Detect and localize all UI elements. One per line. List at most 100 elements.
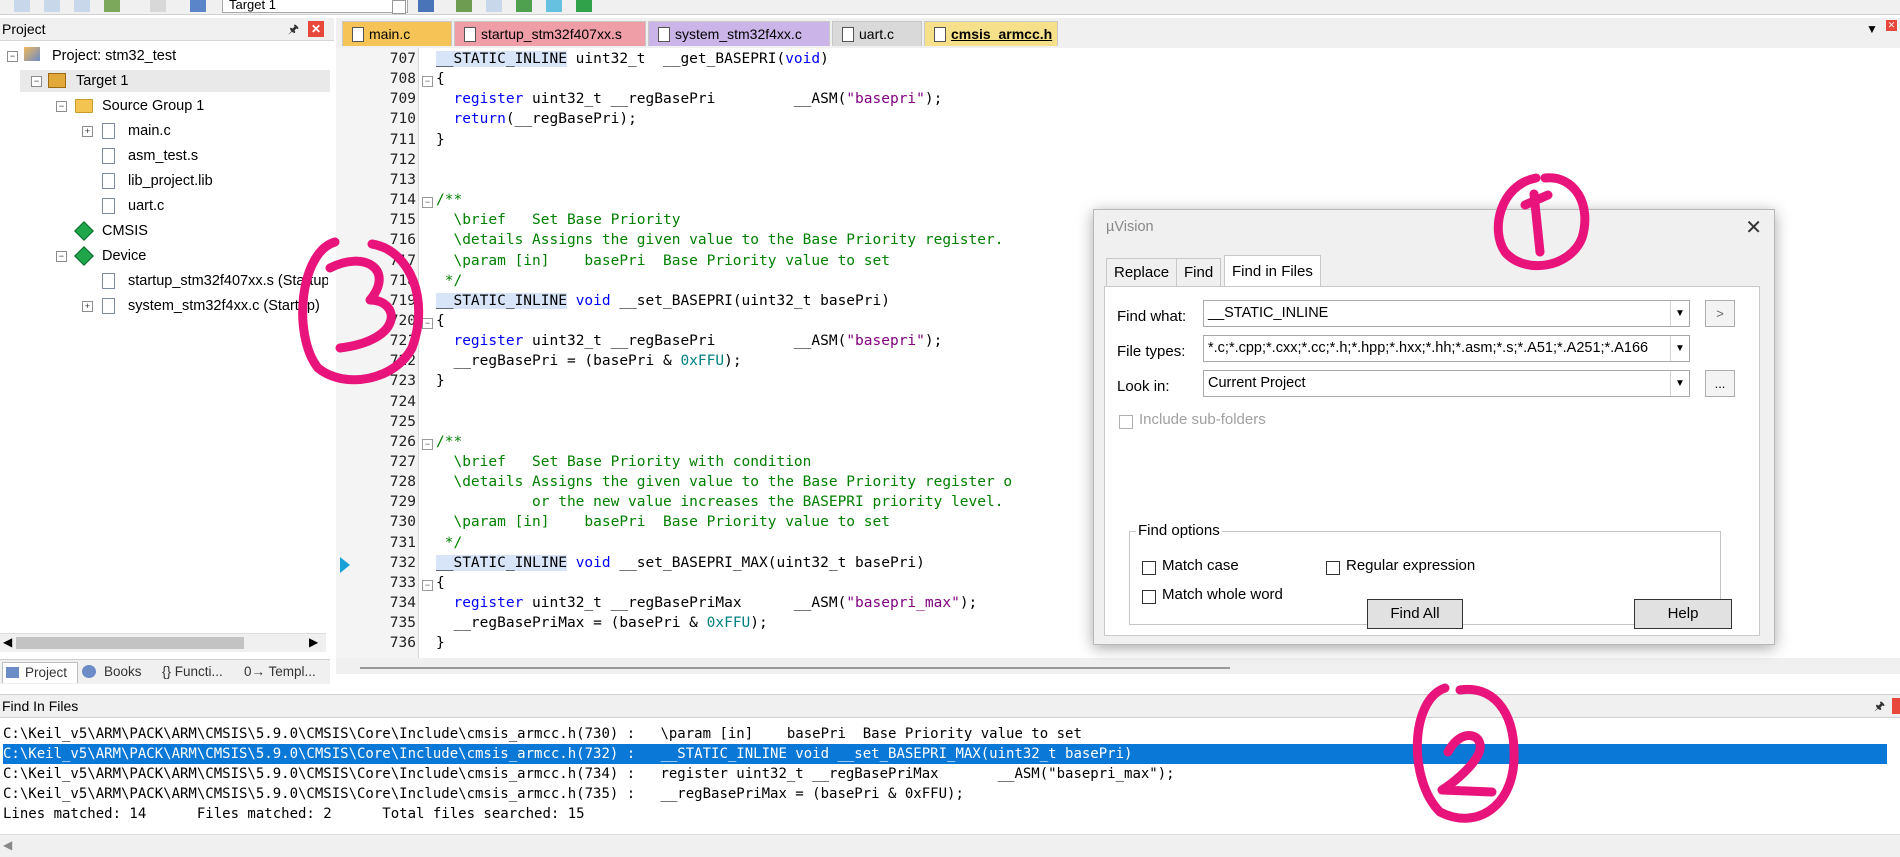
target-select[interactable]: Target 1 (222, 0, 408, 13)
editor-horizontal-scrollbar[interactable] (336, 658, 1900, 674)
toolbar-button-icon[interactable] (150, 0, 166, 12)
code-line[interactable]: __regBasePri = (basePri & 0xFFU); (436, 353, 741, 369)
code-line[interactable]: { (436, 313, 445, 329)
close-icon[interactable]: ✕ (1745, 215, 1762, 240)
fold-icon[interactable]: − (422, 197, 433, 209)
chevron-down-icon[interactable]: ▼ (1866, 22, 1878, 36)
chevron-down-icon[interactable]: ▼ (1670, 301, 1689, 326)
result-line-selected[interactable]: C:\Keil_v5\ARM\PACK\ARM\CMSIS\5.9.0\CMSI… (3, 744, 1887, 764)
browse-button[interactable]: ... (1705, 370, 1735, 397)
find-what-combo[interactable]: __STATIC_INLINE ▼ (1203, 300, 1690, 327)
tab-uart-c[interactable]: uart.c (832, 21, 922, 46)
toolbar-button-icon[interactable] (576, 0, 592, 12)
include-subfolders-checkbox[interactable] (1119, 415, 1133, 429)
code-line[interactable]: or the new value increases the BASEPRI p… (436, 494, 1003, 510)
tab-startup[interactable]: startup_stm32f407xx.s (454, 21, 646, 46)
code-line[interactable]: { (436, 71, 445, 87)
code-line[interactable]: \brief Set Base Priority with condition (436, 454, 811, 470)
load-icon[interactable] (190, 0, 206, 12)
options-icon[interactable] (418, 0, 434, 12)
code-line[interactable]: \details Assigns the given value to the … (436, 474, 1012, 490)
code-line[interactable]: __STATIC_INLINE void __set_BASEPRI_MAX(u… (436, 554, 925, 571)
chevron-down-icon[interactable]: ▼ (1670, 371, 1689, 396)
toolbar-button-icon[interactable] (104, 0, 120, 12)
toolbar-button-icon[interactable] (456, 0, 472, 12)
code-line[interactable]: register uint32_t __regBasePriMax __ASM(… (436, 595, 977, 611)
fold-icon[interactable]: − (422, 438, 433, 450)
tab-replace[interactable]: Replace (1106, 258, 1178, 287)
tab-templates[interactable]: 0→ Templ... (242, 662, 326, 682)
tab-find-in-files[interactable]: Find in Files (1224, 255, 1321, 287)
tab-project[interactable]: Project (2, 662, 78, 683)
find-results-output[interactable]: C:\Keil_v5\ARM\PACK\ARM\CMSIS\5.9.0\CMSI… (0, 722, 1900, 832)
chevron-down-icon[interactable]: ▼ (1670, 336, 1689, 361)
chevron-down-icon[interactable] (392, 0, 406, 14)
code-line[interactable]: __regBasePriMax = (basePri & 0xFFU); (436, 615, 767, 631)
code-line[interactable]: \param [in] basePri Base Priority value … (436, 253, 890, 269)
look-in-combo[interactable]: Current Project ▼ (1203, 370, 1690, 397)
pin-icon[interactable]: 🖈 (1874, 697, 1885, 718)
tree-item-target[interactable]: − Target 1 (20, 70, 330, 92)
match-case-checkbox[interactable] (1142, 561, 1156, 575)
code-line[interactable]: __STATIC_INLINE uint32_t __get_BASEPRI(v… (436, 51, 829, 67)
close-icon[interactable]: ✕ (308, 21, 324, 37)
scroll-left-icon[interactable]: ◀ (3, 838, 12, 852)
find-all-button[interactable]: Find All (1367, 599, 1463, 629)
close-icon[interactable]: ✕ (1886, 20, 1897, 31)
tree-item-system[interactable]: + system_stm32f4xx.c (Startup) (80, 295, 328, 317)
toolbar-button-icon[interactable] (546, 0, 562, 12)
tab-find[interactable]: Find (1176, 258, 1222, 287)
code-line[interactable]: __STATIC_INLINE void __set_BASEPRI(uint3… (436, 292, 890, 309)
code-line[interactable]: register uint32_t __regBasePri __ASM("ba… (436, 333, 942, 349)
code-line[interactable]: register uint32_t __regBasePri __ASM("ba… (436, 91, 942, 107)
code-line[interactable]: } (436, 373, 445, 389)
tree-item-startup[interactable]: startup_stm32f407xx.s (Startup) (80, 270, 328, 292)
scrollbar-thumb[interactable] (16, 637, 244, 649)
tab-functions[interactable]: {} Functi... (160, 662, 236, 682)
result-line[interactable]: C:\Keil_v5\ARM\PACK\ARM\CMSIS\5.9.0\CMSI… (3, 724, 1082, 744)
collapse-icon[interactable]: − (7, 51, 18, 62)
code-line[interactable]: \brief Set Base Priority (436, 212, 680, 228)
scrollbar-thumb[interactable] (360, 667, 1230, 669)
scroll-right-icon[interactable]: ▶ (309, 635, 318, 649)
match-whole-word-checkbox[interactable] (1142, 590, 1156, 604)
regex-helper-button[interactable]: > (1705, 300, 1735, 327)
regex-checkbox[interactable] (1326, 561, 1340, 575)
expand-icon[interactable]: + (82, 301, 93, 312)
scroll-left-icon[interactable]: ◀ (3, 635, 12, 649)
code-line[interactable]: } (436, 132, 445, 148)
fold-icon[interactable]: − (422, 579, 433, 591)
code-line[interactable]: { (436, 575, 445, 591)
toolbar-button-icon[interactable] (486, 0, 502, 12)
project-horizontal-scrollbar[interactable]: ◀ ▶ (0, 633, 326, 652)
code-line[interactable]: return(__regBasePri); (436, 111, 636, 127)
file-types-combo[interactable]: *.c;*.cpp;*.cxx;*.cc;*.h;*.hpp;*.hxx;*.h… (1203, 335, 1690, 362)
code-line[interactable]: */ (436, 535, 462, 551)
find-horizontal-scrollbar[interactable]: ◀ (0, 834, 1900, 857)
result-line[interactable]: C:\Keil_v5\ARM\PACK\ARM\CMSIS\5.9.0\CMSI… (3, 784, 964, 804)
code-line[interactable]: /** (436, 192, 462, 208)
code-line[interactable]: /** (436, 434, 462, 450)
tree-item-project[interactable]: − Project: stm32_test (0, 45, 330, 67)
code-line[interactable]: } (436, 635, 445, 651)
tab-main-c[interactable]: main.c (342, 21, 452, 46)
tab-system[interactable]: system_stm32f4xx.c (648, 21, 830, 46)
fold-icon[interactable]: − (422, 317, 433, 329)
pin-icon[interactable]: 🖈 (288, 20, 299, 41)
toolbar-button-icon[interactable] (516, 0, 532, 12)
collapse-icon[interactable]: − (56, 101, 67, 112)
tab-books[interactable]: Books (80, 662, 150, 682)
close-icon[interactable] (1892, 698, 1900, 714)
result-line[interactable]: C:\Keil_v5\ARM\PACK\ARM\CMSIS\5.9.0\CMSI… (3, 764, 1175, 784)
toolbar-button-icon[interactable] (44, 0, 60, 12)
collapse-icon[interactable]: − (56, 251, 67, 262)
collapse-icon[interactable]: − (31, 76, 42, 87)
toolbar-button-icon[interactable] (74, 0, 90, 12)
code-line[interactable]: \param [in] basePri Base Priority value … (436, 514, 890, 530)
code-line[interactable]: */ (436, 273, 462, 289)
tab-cmsis-armcc[interactable]: cmsis_armcc.h (924, 21, 1058, 46)
fold-icon[interactable]: − (422, 76, 433, 88)
code-line[interactable]: \details Assigns the given value to the … (436, 232, 1003, 248)
toolbar-button-icon[interactable] (14, 0, 30, 12)
expand-icon[interactable]: + (82, 126, 93, 137)
